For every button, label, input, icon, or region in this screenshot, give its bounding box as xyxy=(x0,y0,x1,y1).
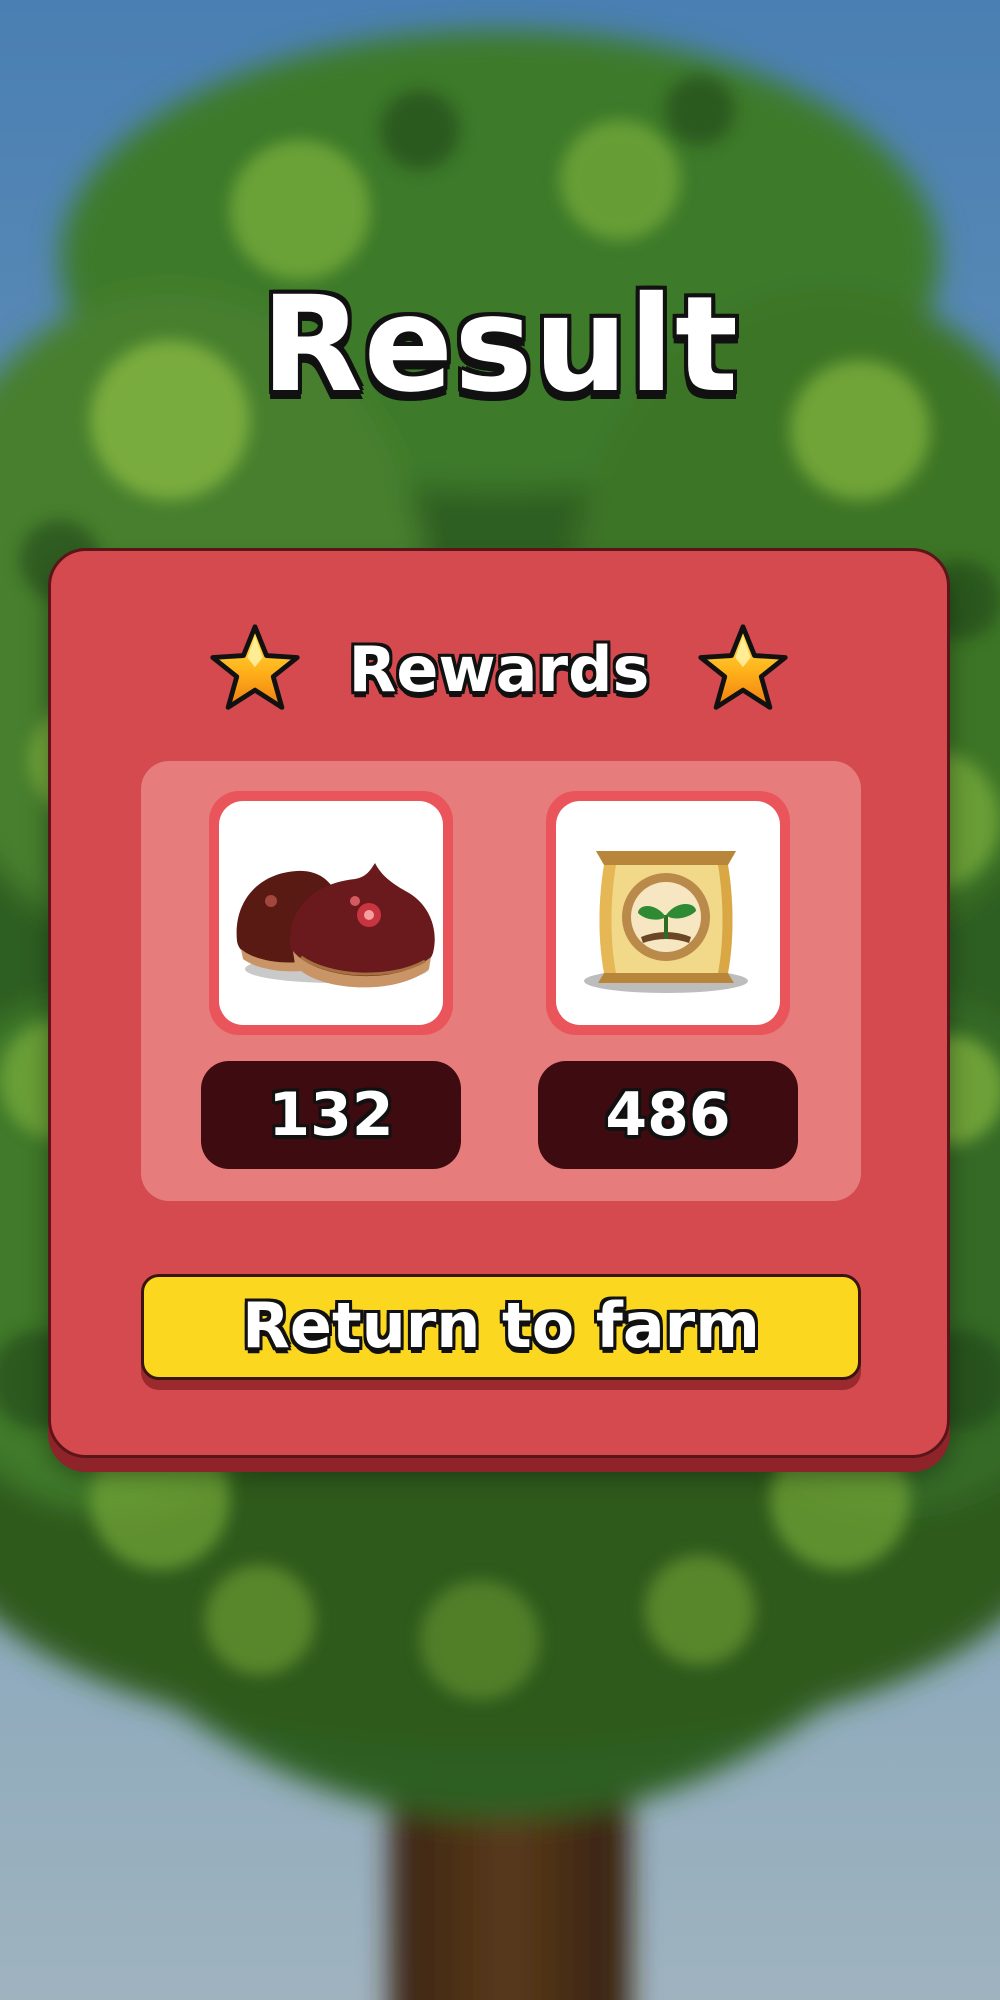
reward-frame xyxy=(546,791,790,1035)
reward-count-chestnut: 132 xyxy=(201,1061,461,1169)
result-panel: Rewards 132 486 Return to farm xyxy=(48,548,950,1458)
reward-count-seed-bag: 486 xyxy=(538,1061,798,1169)
return-to-farm-button[interactable]: Return to farm xyxy=(141,1274,861,1380)
star-icon xyxy=(698,624,789,710)
rewards-box: 132 486 xyxy=(141,761,861,1201)
chestnut-icon xyxy=(236,863,435,988)
seed-bag-icon xyxy=(584,851,748,993)
star-icon xyxy=(209,624,300,710)
reward-frame xyxy=(209,791,453,1035)
rewards-header: Rewards xyxy=(51,609,947,729)
rewards-label: Rewards xyxy=(348,632,650,706)
result-title: Result xyxy=(260,268,740,422)
